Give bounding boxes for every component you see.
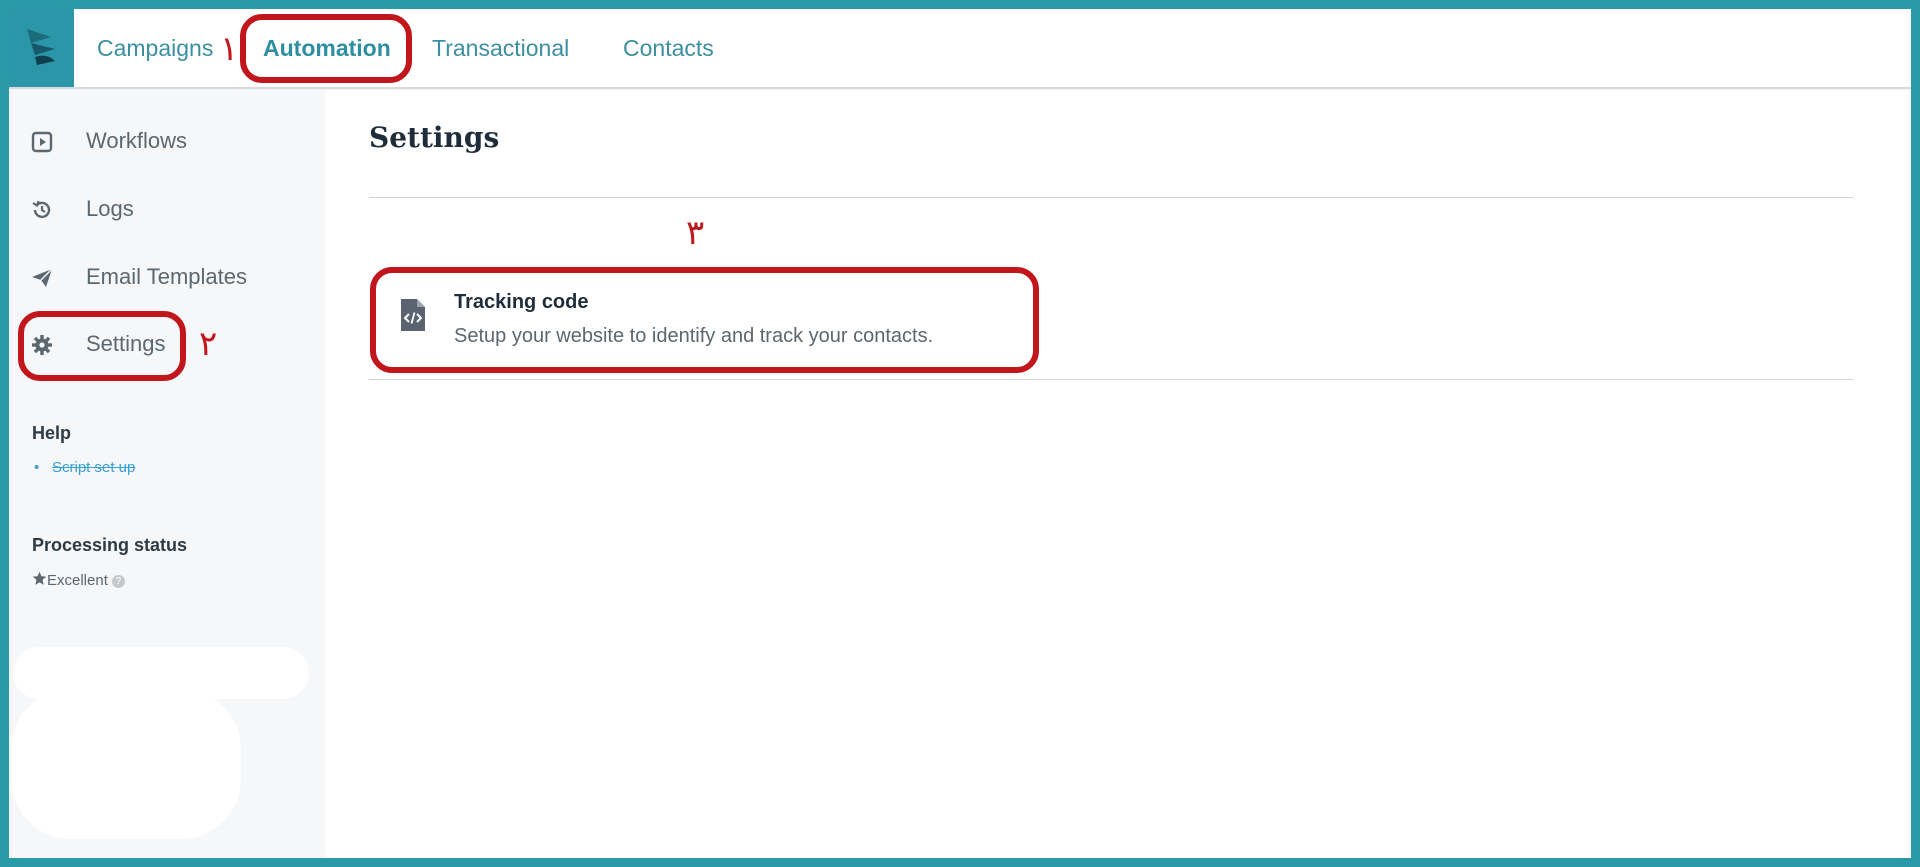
processing-status-value: Excellent [47, 572, 108, 589]
star-icon [32, 571, 47, 585]
sidebar-item-label: Logs [86, 196, 134, 221]
help-circle-icon[interactable]: ? [111, 575, 125, 588]
annotation-ring-automation [240, 14, 412, 83]
nav-campaigns[interactable]: Campaigns [97, 9, 213, 87]
divider [369, 379, 1853, 380]
history-icon [32, 200, 51, 219]
app-window: Campaigns Automation Transactional Conta… [9, 9, 1911, 858]
annotation-number-3: ٣ [686, 213, 705, 253]
processing-status-heading: Processing status [32, 535, 188, 555]
sidebar-item-label: Workflows [86, 128, 188, 153]
script-setup-link[interactable]: Script set up [52, 459, 135, 476]
nav-contacts[interactable]: Contacts [623, 9, 714, 87]
divider [369, 197, 1853, 198]
help-heading: Help [32, 423, 72, 443]
page-title: Settings [369, 121, 500, 154]
annotation-number-1: ١ [220, 29, 239, 69]
redacted-area [11, 689, 241, 839]
paper-plane-icon [32, 268, 53, 287]
app-logo[interactable] [9, 9, 74, 87]
annotation-ring-settings [18, 311, 186, 381]
nav-transactional[interactable]: Transactional [432, 9, 569, 87]
logo-icon [27, 29, 55, 65]
sidebar: Workflows Logs Email Templates Settings … [9, 89, 325, 858]
processing-status: Excellent? [32, 571, 125, 589]
annotation-number-2: ٢ [199, 324, 218, 364]
play-square-icon [31, 131, 53, 153]
help-list-item: • Script set up [34, 459, 136, 476]
annotation-ring-tracking-code [370, 267, 1039, 373]
sidebar-item-label: Email Templates [86, 264, 247, 289]
